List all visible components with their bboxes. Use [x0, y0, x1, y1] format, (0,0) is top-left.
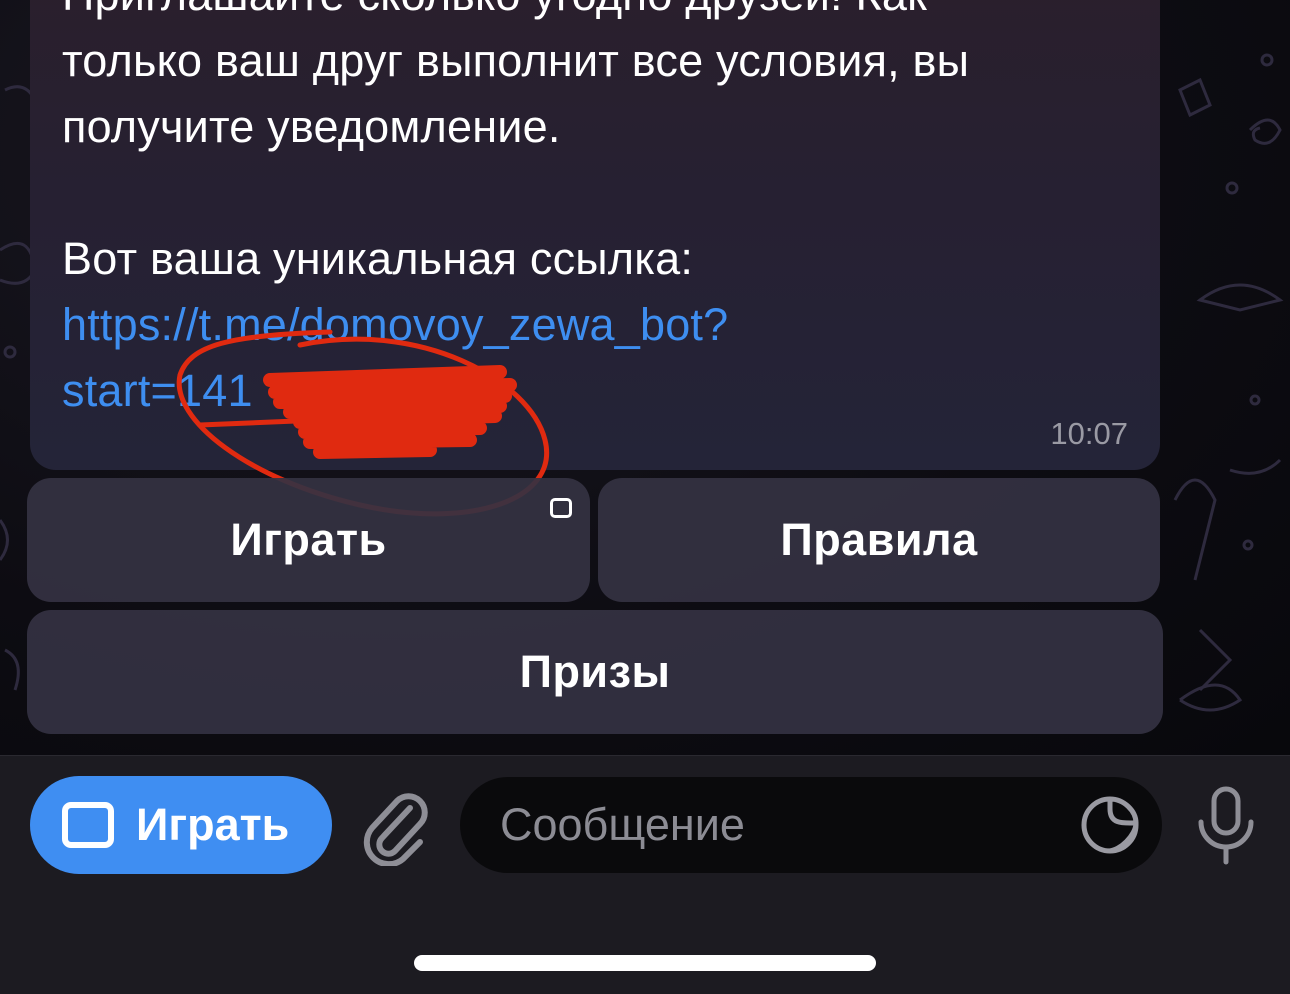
- telegram-chat-screen: Приглашайте сколько угодно друзей! Как т…: [0, 0, 1290, 994]
- message-line: Вот ваша уникальная ссылка:: [62, 233, 694, 284]
- message-line: только ваш друг выполнит все условия, вы: [62, 35, 970, 86]
- bot-menu-label: Играть: [136, 799, 290, 850]
- message-timestamp: 10:07: [1050, 416, 1128, 451]
- message-input[interactable]: [500, 799, 1060, 851]
- paperclip-icon[interactable]: [360, 786, 432, 866]
- referral-link[interactable]: https://t.me/domovoy_zewa_bot?: [62, 292, 1132, 358]
- message-line: [62, 160, 1132, 226]
- message-text: Приглашайте сколько угодно друзей! Как т…: [62, 0, 1132, 424]
- microphone-icon[interactable]: [1195, 786, 1257, 866]
- home-indicator: [414, 955, 876, 971]
- inline-prizes-button[interactable]: Призы: [27, 610, 1163, 734]
- message-line: Приглашайте сколько угодно друзей! Как: [62, 0, 1132, 28]
- message-bubble: Приглашайте сколько угодно друзей! Как т…: [30, 0, 1160, 470]
- inline-prizes-label: Призы: [519, 646, 671, 697]
- inline-play-button[interactable]: Играть: [27, 478, 590, 602]
- referral-link-continued[interactable]: start=141: [62, 358, 1132, 424]
- message-line: получите уведомление.: [62, 101, 561, 152]
- app-window-icon: [62, 802, 114, 848]
- sticker-icon[interactable]: [1080, 795, 1140, 855]
- inline-play-label: Играть: [230, 514, 387, 565]
- message-input-bar: Играть: [0, 755, 1290, 994]
- message-field[interactable]: [460, 777, 1162, 873]
- web-app-icon: [550, 498, 572, 518]
- inline-rules-label: Правила: [780, 514, 978, 565]
- inline-rules-button[interactable]: Правила: [598, 478, 1160, 602]
- bot-menu-button[interactable]: Играть: [30, 776, 332, 874]
